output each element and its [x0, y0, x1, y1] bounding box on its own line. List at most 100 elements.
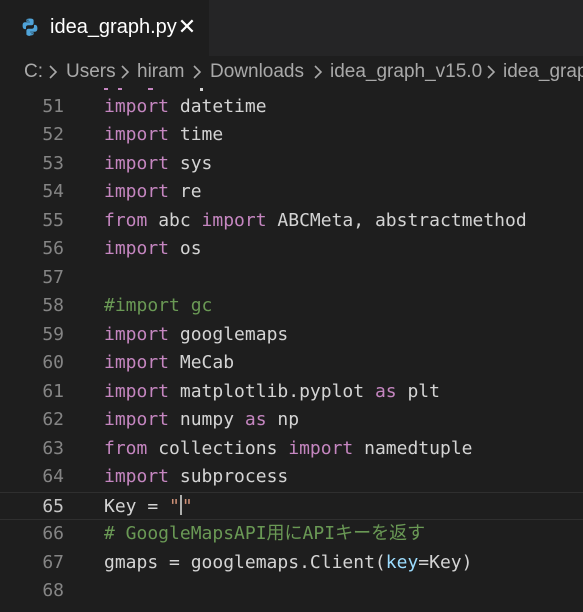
code-token: re: [169, 181, 202, 202]
keyword-token: as: [244, 409, 267, 430]
breadcrumb-item-hiram[interactable]: hiram: [137, 56, 185, 88]
line-number: 66: [42, 523, 64, 544]
code-text[interactable]: #import gc: [104, 292, 212, 321]
breadcrumb-item-downloads[interactable]: Downloads: [210, 56, 304, 88]
code-text[interactable]: import subprocess: [104, 463, 288, 492]
code-line[interactable]: 62 import numpy as np: [0, 406, 583, 435]
line-number: 59: [42, 323, 64, 345]
line-number: 62: [42, 409, 64, 430]
keyword-token: from: [104, 209, 148, 231]
keyword-token: import: [104, 323, 170, 345]
code-token: googlemaps: [169, 323, 289, 345]
breadcrumb-item-users[interactable]: Users: [66, 56, 116, 88]
line-number: 63: [42, 437, 64, 459]
line-number: 58: [42, 295, 64, 316]
code-token: datetime: [169, 95, 267, 117]
keyword-token: import: [104, 380, 170, 402]
line-number: 55: [42, 209, 64, 231]
breadcrumb-item-folder[interactable]: idea_graph_v15.0: [330, 56, 482, 88]
close-icon[interactable]: ✕: [176, 14, 198, 40]
code-line[interactable]: 60 import MeCab: [0, 349, 583, 378]
code-token: matplotlib.pyplot: [169, 380, 375, 402]
code-token: =Key): [418, 551, 473, 573]
code-token: Key =: [104, 495, 170, 517]
chevron-right-icon: [192, 56, 202, 79]
code-token: subprocess: [169, 466, 289, 487]
code-line[interactable]: 68: [0, 577, 583, 606]
code-text[interactable]: import os: [104, 235, 202, 264]
code-token: plt: [396, 380, 440, 402]
code-text[interactable]: from collections import namedtuple: [104, 435, 473, 464]
line-number: 65: [42, 495, 64, 517]
code-line[interactable]: 55 from abc import ABCMeta, abstractmetho…: [0, 207, 583, 236]
chevron-right-icon: [120, 56, 130, 79]
code-line[interactable]: 61 import matplotlib.pyplot as plt: [0, 378, 583, 407]
keyword-token: import: [104, 409, 170, 430]
keyword-token: as: [374, 380, 397, 402]
code-text[interactable]: import matplotlib.pyplot as plt: [104, 378, 440, 407]
code-text[interactable]: import MeCab: [104, 349, 234, 378]
line-number: 51: [42, 95, 64, 117]
code-text[interactable]: # GoogleMapsAPI用にAPIキーを返す: [104, 520, 425, 549]
keyword-token: import: [104, 124, 170, 145]
code-line[interactable]: 51 import datetime: [0, 93, 583, 122]
line-number: 54: [42, 181, 64, 202]
line-number: 61: [42, 380, 64, 402]
keyword-token: import: [104, 238, 170, 259]
line-number: 68: [42, 580, 64, 601]
code-line[interactable]: 63 from collections import namedtuple: [0, 435, 583, 464]
code-line[interactable]: 57: [0, 264, 583, 293]
keyword-token: import: [288, 437, 354, 459]
code-token: time: [169, 124, 224, 145]
code-line[interactable]: 53 import sys: [0, 150, 583, 179]
code-text[interactable]: import googlemaps: [104, 321, 288, 350]
code-text[interactable]: import numpy as np: [104, 406, 299, 435]
code-line[interactable]: 65 Key = " ": [0, 491, 583, 522]
code-line[interactable]: 59 import googlemaps: [0, 321, 583, 350]
code-token: np: [266, 409, 300, 430]
code-editor[interactable]: 51 import datetime 52 import time 53 import s…: [0, 88, 583, 612]
chevron-right-icon: [313, 56, 323, 79]
code-line[interactable]: 66 # GoogleMapsAPI用にAPIキーを返す: [0, 520, 583, 549]
keyword-token: import: [104, 152, 170, 174]
comment-token: #import gc: [104, 295, 213, 316]
code-token: MeCab: [169, 352, 235, 373]
code-token: sys: [169, 152, 213, 174]
code-text[interactable]: import re: [104, 178, 202, 207]
code-line[interactable]: 58 #import gc: [0, 292, 583, 321]
code-text[interactable]: Key = " ": [104, 493, 193, 522]
code-token: abc: [147, 209, 202, 231]
code-text[interactable]: import sys: [104, 150, 212, 179]
code-text[interactable]: import datetime: [104, 93, 267, 122]
code-line[interactable]: 54 import re: [0, 178, 583, 207]
keyword-token: import: [104, 95, 170, 117]
code-token: ABCMeta, abstractmethod: [266, 209, 527, 231]
code-line[interactable]: 52 import time: [0, 121, 583, 150]
breadcrumb-item-file[interactable]: idea_graph: [503, 56, 583, 88]
code-token: gmaps = googlemaps.Client(: [104, 551, 386, 573]
chevron-right-icon: [486, 56, 496, 79]
breadcrumb-item-drive[interactable]: C:: [24, 56, 43, 88]
keyword-token: import: [104, 352, 170, 373]
keyword-token: import: [104, 181, 170, 202]
code-line[interactable]: 64 import subprocess: [0, 463, 583, 492]
python-icon: [22, 18, 38, 36]
line-number: 60: [42, 352, 64, 373]
code-line[interactable]: 67 gmaps = googlemaps.Client(key=Key): [0, 549, 583, 578]
tab-title: idea_graph.py: [50, 16, 177, 38]
line-number: 53: [42, 152, 64, 174]
code-token: namedtuple: [353, 437, 473, 459]
code-text[interactable]: import time: [104, 121, 223, 150]
line-number: 57: [42, 266, 64, 288]
tab-idea-graph[interactable]: idea_graph.py ✕: [0, 0, 209, 56]
code-text[interactable]: from abc import ABCMeta, abstractmethod: [104, 207, 527, 236]
code-token: numpy: [169, 409, 245, 430]
line-number: 67: [42, 551, 64, 573]
string-token: ": [181, 495, 193, 517]
tab-bar: idea_graph.py ✕: [0, 0, 583, 56]
breadcrumb: C: Users hiram Downloads idea_graph_v15.…: [0, 56, 583, 88]
code-text[interactable]: gmaps = googlemaps.Client(key=Key): [104, 549, 472, 578]
line-number: 64: [42, 466, 64, 487]
code-token: collections: [147, 437, 289, 459]
code-line[interactable]: 56 import os: [0, 235, 583, 264]
